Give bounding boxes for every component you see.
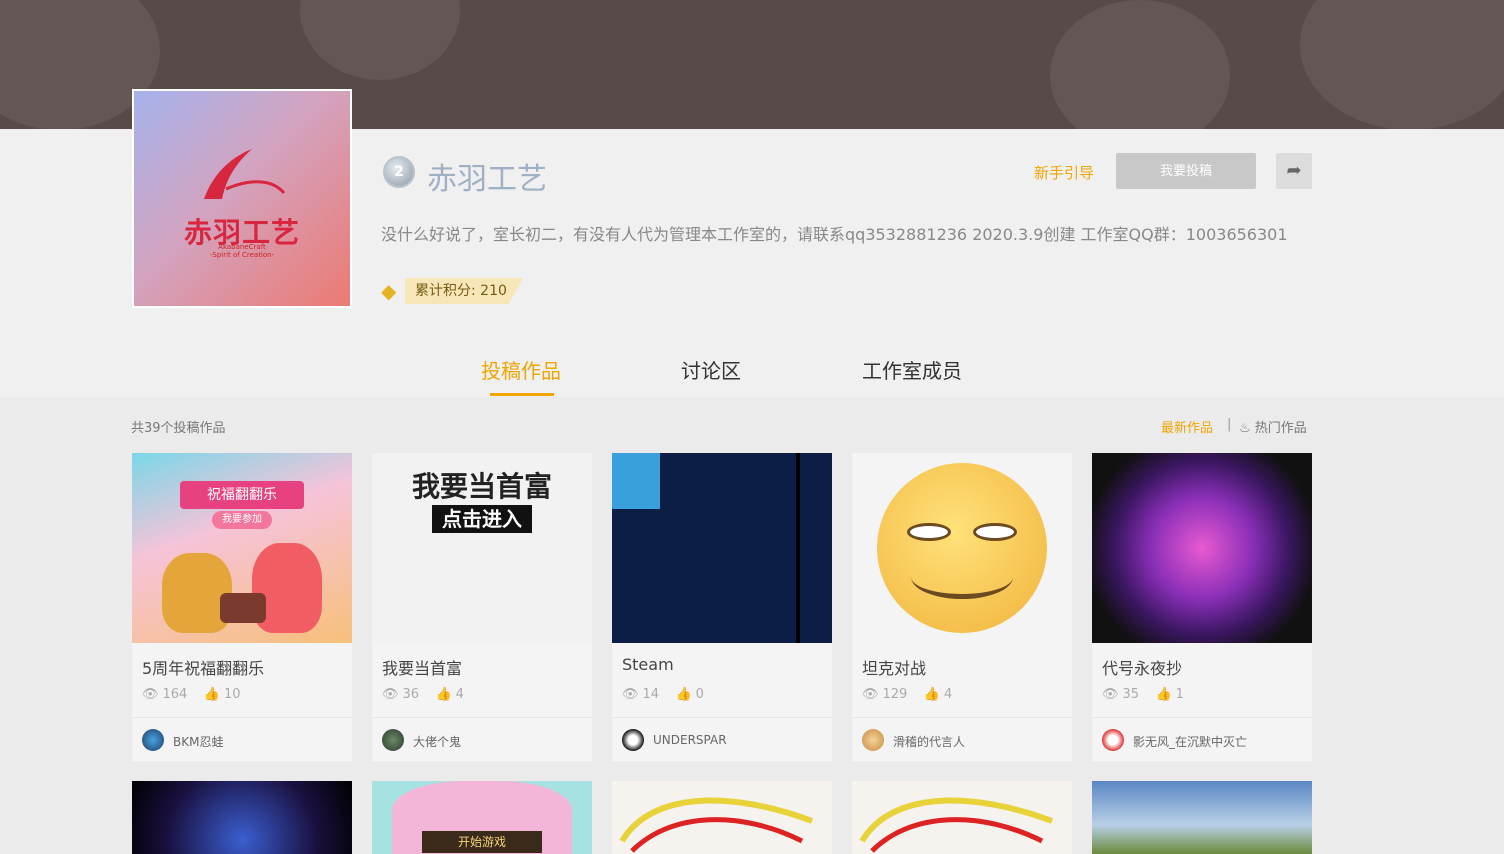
work-thumbnail[interactable] [612, 781, 832, 854]
level-badge-icon: 2 [383, 156, 415, 188]
work-thumbnail[interactable]: 开始游戏 [372, 781, 592, 854]
tab-submissions[interactable]: 投稿作品 [481, 355, 561, 384]
thumb-wall [796, 453, 800, 643]
work-stats: 👁 129 👍 4 [862, 687, 956, 702]
card-divider [132, 717, 352, 718]
tab-discussion[interactable]: 讨论区 [681, 355, 741, 384]
work-thumbnail[interactable]: 我要当首富 点击进入 [372, 453, 592, 643]
score-label: 累计积分: 210 [405, 278, 523, 304]
sort-hot-label: 热门作品 [1254, 421, 1307, 436]
like-count: 1 [1175, 687, 1184, 702]
thumbs-up-icon: 👍 [435, 687, 452, 702]
work-thumbnail[interactable] [852, 781, 1072, 854]
thumb-title: 祝福翻翻乐 [180, 481, 304, 509]
thumb-sprite-icon [612, 453, 660, 509]
author-name[interactable]: 大佬个鬼 [413, 733, 461, 750]
thumbs-up-icon: 👍 [1155, 687, 1172, 702]
thumb-button: 点击进入 [432, 505, 532, 533]
work-card[interactable]: 代号永夜抄 👁 35 👍 1 影无风_在沉默中灭亡 [1092, 453, 1312, 761]
work-stats: 👁 14 👍 0 [622, 687, 708, 702]
diamond-icon: ◆ [381, 279, 397, 303]
thumbs-up-icon: 👍 [923, 687, 940, 702]
work-thumbnail[interactable] [1092, 453, 1312, 643]
work-card[interactable]: 祝福翻翻乐 我要参加 5周年祝福翻翻乐 👁 164 👍 10 BKM忍蛙 [132, 453, 352, 761]
eye-icon: 👁 [862, 687, 879, 702]
work-title[interactable]: 代号永夜抄 [1102, 655, 1182, 679]
view-count: 36 [402, 687, 420, 702]
card-divider [372, 717, 592, 718]
author-name[interactable]: 影无风_在沉默中灭亡 [1133, 733, 1247, 750]
work-thumbnail[interactable]: 祝福翻翻乐 我要参加 [132, 453, 352, 643]
tab-members[interactable]: 工作室成员 [862, 355, 962, 384]
avatar[interactable] [862, 729, 884, 751]
work-title[interactable]: 5周年祝福翻翻乐 [142, 655, 264, 679]
like-count: 10 [223, 687, 241, 702]
works-count: 共39个投稿作品 [131, 421, 226, 436]
like-count: 4 [455, 687, 464, 702]
eye-icon: 👁 [622, 687, 639, 702]
studio-tabs: 投稿作品 讨论区 工作室成员 [0, 355, 1504, 397]
work-thumbnail[interactable] [132, 781, 352, 854]
studio-title: 赤羽工艺 [427, 162, 547, 197]
author-name[interactable]: 滑稽的代言人 [893, 733, 965, 750]
cake-icon [220, 593, 266, 623]
author-name[interactable]: UNDERSPAR [653, 733, 727, 747]
active-tab-indicator [490, 393, 554, 396]
work-stats: 👁 35 👍 1 [1102, 687, 1188, 702]
work-title[interactable]: Steam [622, 655, 674, 674]
work-thumbnail[interactable] [612, 453, 832, 643]
work-card[interactable]: 坦克对战 👁 129 👍 4 滑稽的代言人 [852, 453, 1072, 761]
studio-logo-icon [204, 149, 286, 199]
smiley-face-icon [877, 463, 1047, 633]
card-divider [612, 717, 832, 718]
work-thumbnail[interactable] [852, 453, 1072, 643]
avatar[interactable] [142, 729, 164, 751]
scribble-icon [619, 797, 814, 853]
eye-icon: 👁 [382, 687, 399, 702]
fire-icon: ♨ [1239, 421, 1251, 436]
work-title[interactable]: 坦克对战 [862, 655, 926, 679]
work-stats: 👁 164 👍 10 [142, 687, 244, 702]
work-title[interactable]: 我要当首富 [382, 655, 462, 679]
thumb-title: 我要当首富 [411, 470, 552, 503]
view-count: 14 [642, 687, 660, 702]
like-count: 0 [695, 687, 704, 702]
thumbs-up-icon: 👍 [675, 687, 692, 702]
avatar[interactable] [382, 729, 404, 751]
work-thumbnail[interactable] [1092, 781, 1312, 854]
scribble-icon [859, 797, 1054, 853]
share-icon: ➦ [1286, 160, 1302, 181]
avatar[interactable] [622, 729, 644, 751]
author-name[interactable]: BKM忍蛙 [173, 733, 223, 750]
card-divider [852, 717, 1072, 718]
studio-cover: 赤羽工艺 AkabaneCraft -Spirit of Creation- [132, 89, 352, 308]
view-count: 164 [162, 687, 188, 702]
beginner-guide-link[interactable]: 新手引导 [1034, 162, 1094, 183]
eye-icon: 👁 [142, 687, 159, 702]
like-count: 4 [943, 687, 953, 702]
card-divider [1092, 717, 1312, 718]
work-card[interactable]: 我要当首富 点击进入 我要当首富 👁 36 👍 4 大佬个鬼 [372, 453, 592, 761]
sort-hot[interactable]: ♨ 热门作品 [1239, 417, 1307, 436]
work-stats: 👁 36 👍 4 [382, 687, 468, 702]
sort-latest[interactable]: 最新作品 [1161, 417, 1213, 436]
start-game-label: 开始游戏 [422, 831, 542, 853]
eye-icon: 👁 [1102, 687, 1119, 702]
sort-divider: | [1227, 417, 1232, 432]
avatar[interactable] [1102, 729, 1124, 751]
share-button[interactable]: ➦ [1276, 153, 1312, 189]
thumbs-up-icon: 👍 [203, 687, 220, 702]
thumb-button: 我要参加 [212, 511, 272, 529]
studio-logo-tagline: -Spirit of Creation- [209, 251, 275, 259]
view-count: 129 [882, 687, 908, 702]
submit-work-button[interactable]: 我要投稿 [1116, 153, 1256, 189]
studio-logo-subtitle: AkabaneCraft [218, 243, 266, 251]
work-card[interactable]: Steam 👁 14 👍 0 UNDERSPAR [612, 453, 832, 761]
view-count: 35 [1122, 687, 1140, 702]
studio-description: 没什么好说了，室长初二，有没有人代为管理本工作室的，请联系qq353288123… [381, 225, 1288, 244]
